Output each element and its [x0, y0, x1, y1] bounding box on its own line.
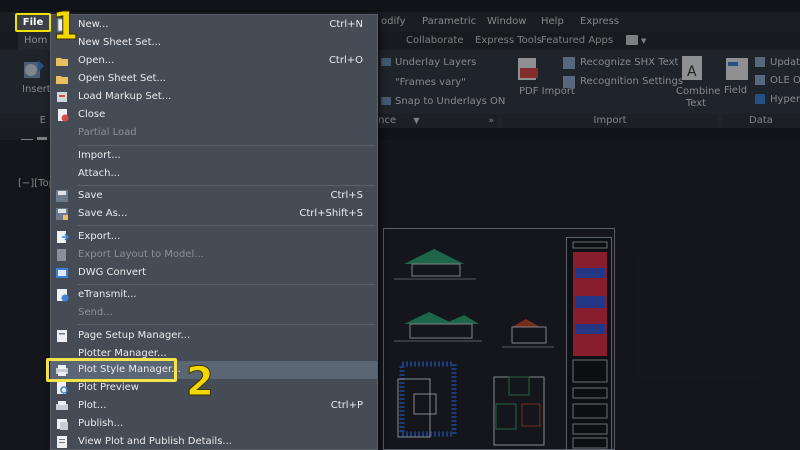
plot-details-icon: [57, 436, 67, 448]
menu-item-label: Attach...: [78, 168, 121, 179]
menu-item-close[interactable]: Close: [51, 106, 377, 124]
menu-item-label: Export...: [78, 231, 121, 242]
menu-item-new[interactable]: New... Ctrl+N: [51, 16, 377, 34]
menu-item-label: New Sheet Set...: [78, 37, 162, 48]
menu-item-dwg-convert[interactable]: DWG Convert: [51, 264, 377, 282]
menu-item-label: New...: [78, 19, 109, 30]
menu-item-attach[interactable]: Attach...: [51, 165, 377, 183]
plot-preview-icon: [57, 382, 68, 394]
menu-separator: [77, 284, 375, 285]
menu-item-shortcut: Ctrl+P: [330, 400, 363, 411]
file-menu-button[interactable]: File: [15, 13, 51, 32]
menu-item-open-sheet-set[interactable]: Open Sheet Set...: [51, 70, 377, 88]
menu-item-label: Close: [78, 109, 106, 120]
menu-item-export[interactable]: Export...: [51, 228, 377, 246]
menu-item-shortcut: Ctrl+O: [328, 55, 363, 66]
menu-separator: [77, 225, 375, 226]
step-number-1: 1: [51, 4, 79, 48]
save-icon: [56, 190, 68, 202]
menu-item-label: Save As...: [78, 208, 128, 219]
menu-item-label: Publish...: [78, 418, 124, 429]
menu-item-publish[interactable]: Publish...: [51, 415, 377, 433]
menu-item-label: Export Layout to Model...: [78, 249, 204, 260]
menu-separator: [77, 145, 375, 146]
menu-item-label: eTransmit...: [78, 289, 137, 300]
dwg-convert-icon: [56, 268, 68, 278]
close-document-icon: [58, 109, 69, 122]
menu-item-load-markup-set[interactable]: Load Markup Set...: [51, 88, 377, 106]
menu-item-save-as[interactable]: Save As... Ctrl+Shift+S: [51, 205, 377, 223]
menu-item-label: Plot...: [78, 400, 107, 411]
export-layout-icon: [57, 249, 66, 261]
menu-item-label: View Plot and Publish Details...: [78, 436, 232, 447]
menu-item-label: Open...: [78, 55, 115, 66]
menu-item-shortcut: Ctrl+S: [330, 190, 363, 201]
menu-item-label: Load Markup Set...: [78, 91, 172, 102]
menu-separator: [77, 185, 375, 186]
menu-item-shortcut: Ctrl+N: [329, 19, 363, 30]
publish-icon: [57, 419, 68, 430]
menu-separator: [77, 324, 375, 325]
markup-icon: [57, 92, 67, 102]
menu-item-plot[interactable]: Plot... Ctrl+P: [51, 397, 377, 415]
menu-item-label: Import...: [78, 150, 121, 161]
menu-item-label: Send...: [78, 307, 113, 318]
menu-item-partial-load: Partial Load: [51, 124, 377, 142]
menu-item-label: Partial Load: [78, 127, 137, 138]
menu-item-new-sheet-set[interactable]: New Sheet Set...: [51, 34, 377, 52]
step-number-2: 2: [186, 359, 215, 405]
menu-item-page-setup-manager[interactable]: Page Setup Manager...: [51, 327, 377, 345]
menu-item-import[interactable]: Import...: [51, 147, 377, 165]
open-folder-icon: [56, 58, 68, 66]
file-dropdown-menu: New... Ctrl+N New Sheet Set... Open... C…: [50, 14, 378, 450]
etransmit-icon: [57, 289, 69, 302]
menu-item-send: Send...: [51, 304, 377, 322]
menu-item-etransmit[interactable]: eTransmit...: [51, 286, 377, 304]
menu-item-label: Open Sheet Set...: [78, 73, 166, 84]
menu-item-label: DWG Convert: [78, 267, 147, 278]
plot-style-manager-highlight: [46, 358, 177, 382]
menu-item-label: Save: [78, 190, 103, 201]
menu-item-open[interactable]: Open... Ctrl+O: [51, 52, 377, 70]
page-setup-icon: [57, 330, 67, 342]
plot-printer-icon: [56, 401, 68, 410]
menu-item-export-layout-to-model: Export Layout to Model...: [51, 246, 377, 264]
menu-item-shortcut: Ctrl+Shift+S: [299, 208, 363, 219]
menu-item-label: Page Setup Manager...: [78, 330, 191, 341]
save-as-icon: [56, 208, 68, 220]
menu-item-view-plot-publish-details[interactable]: View Plot and Publish Details...: [51, 433, 377, 450]
open-sheet-set-icon: [56, 76, 68, 84]
menu-item-save[interactable]: Save Ctrl+S: [51, 187, 377, 205]
export-icon: [57, 231, 69, 243]
